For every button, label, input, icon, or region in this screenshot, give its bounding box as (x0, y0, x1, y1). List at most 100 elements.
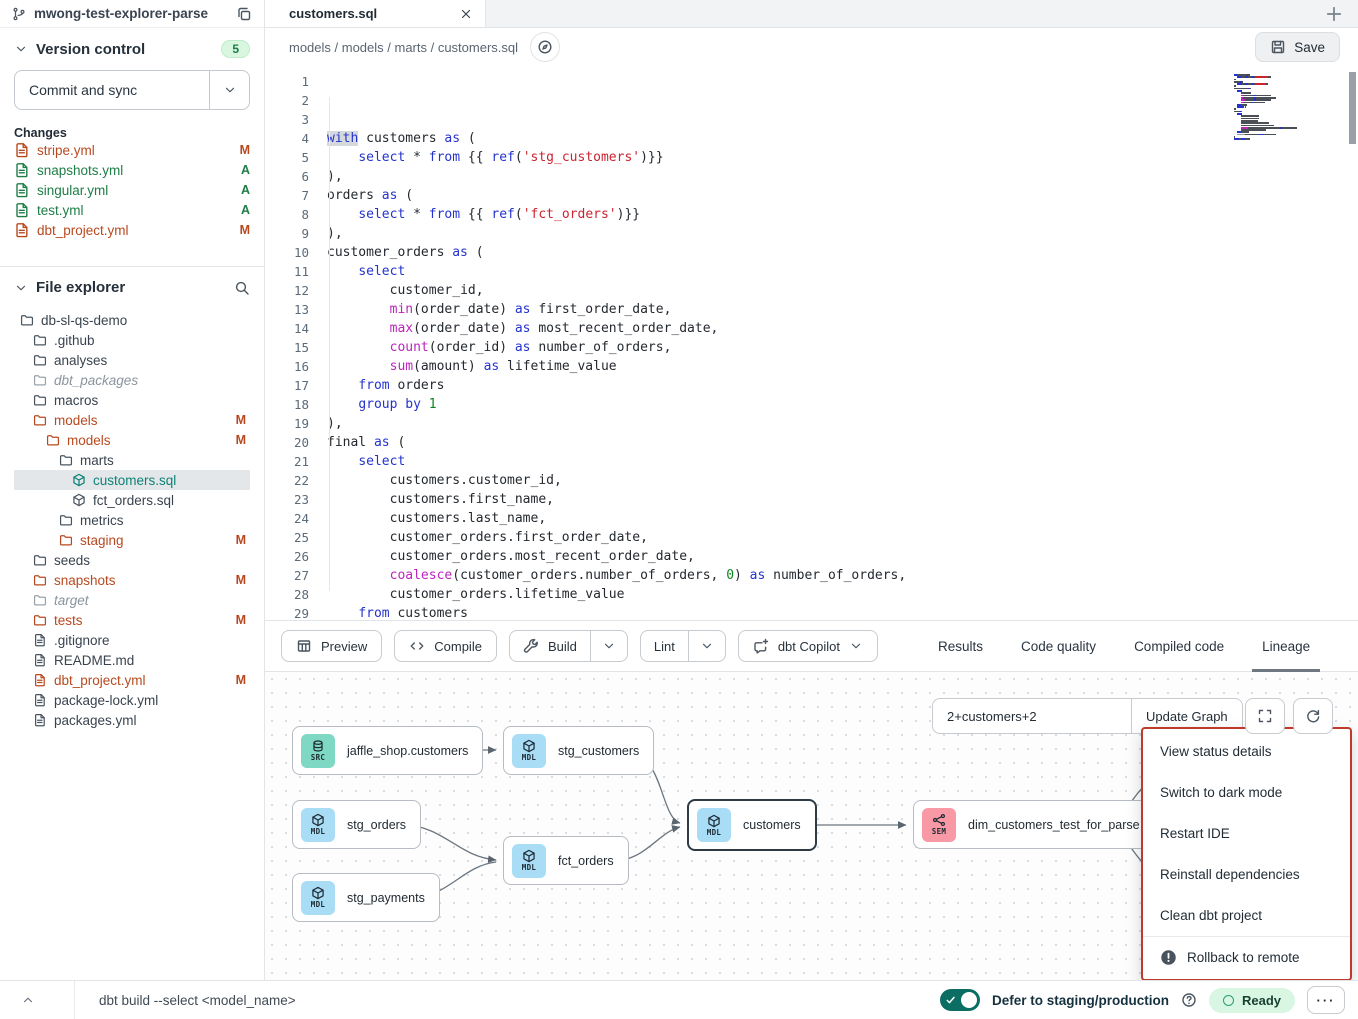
code-line[interactable]: ), (327, 167, 1358, 186)
tree-item--gitignore[interactable]: .gitignore (14, 630, 250, 650)
tab-customers-sql[interactable]: customers.sql (265, 0, 486, 27)
more-options-button[interactable]: ··· (1307, 986, 1345, 1014)
code-line[interactable]: select (327, 262, 1358, 281)
chevron-down-icon[interactable] (14, 42, 28, 56)
command-bar-expand[interactable] (0, 981, 75, 1019)
tree-item-seeds[interactable]: seeds (14, 550, 250, 570)
code-line[interactable]: ), (327, 224, 1358, 243)
change-row[interactable]: test.ymlA (14, 200, 250, 220)
lint-dropdown[interactable] (688, 631, 725, 661)
tab-code-quality[interactable]: Code quality (1019, 621, 1098, 671)
code-line[interactable]: sum(amount) as lifetime_value (327, 357, 1358, 376)
tree-item-analyses[interactable]: analyses (14, 350, 250, 370)
explore-lineage-button[interactable] (530, 32, 560, 62)
lineage-node-dim_customers_test_for_parse[interactable]: SEMdim_customers_test_for_parse (913, 800, 1155, 849)
copy-icon[interactable] (236, 6, 252, 22)
code-editor[interactable]: 1234567891011121314151617181920212223242… (265, 66, 1358, 620)
lineage-node-stg_payments[interactable]: MDLstg_payments (292, 873, 440, 922)
code-line[interactable]: with customers as ( (327, 129, 1358, 148)
help-icon[interactable] (1181, 992, 1197, 1008)
code-line[interactable]: min(order_date) as first_order_date, (327, 300, 1358, 319)
tree-item-dbt-packages[interactable]: dbt_packages (14, 370, 250, 390)
code-line[interactable]: select * from {{ ref('stg_customers')}} (327, 148, 1358, 167)
menu-item-restart-ide[interactable]: Restart IDE (1143, 813, 1350, 854)
tree-item-readme-md[interactable]: README.md (14, 650, 250, 670)
tree-item--github[interactable]: .github (14, 330, 250, 350)
code-line[interactable]: group by 1 (327, 395, 1358, 414)
code-line[interactable]: from customers (327, 604, 1358, 620)
fullscreen-button[interactable] (1245, 698, 1285, 734)
tree-item-models[interactable]: modelsM (14, 430, 250, 450)
code-line[interactable]: count(order_id) as number_of_orders, (327, 338, 1358, 357)
tree-item-dbt-project-yml[interactable]: dbt_project.ymlM (14, 670, 250, 690)
build-button[interactable]: Build (510, 631, 590, 661)
change-row[interactable]: snapshots.ymlA (14, 160, 250, 180)
tree-item-macros[interactable]: macros (14, 390, 250, 410)
code-line[interactable]: customer_orders as ( (327, 243, 1358, 262)
tree-item-package-lock-yml[interactable]: package-lock.yml (14, 690, 250, 710)
tree-item-tests[interactable]: testsM (14, 610, 250, 630)
code-line[interactable]: customer_orders.most_recent_order_date, (327, 547, 1358, 566)
menu-item-reinstall-dependencies[interactable]: Reinstall dependencies (1143, 854, 1350, 895)
tab-lineage[interactable]: Lineage (1260, 621, 1312, 671)
tree-item-db-sl-qs-demo[interactable]: db-sl-qs-demo (14, 310, 250, 330)
preview-button[interactable]: Preview (281, 630, 382, 662)
close-icon[interactable] (459, 7, 473, 21)
save-button[interactable]: Save (1255, 32, 1340, 62)
tree-item-staging[interactable]: stagingM (14, 530, 250, 550)
commit-and-sync-button[interactable]: Commit and sync (14, 70, 250, 110)
code-line[interactable]: customers.first_name, (327, 490, 1358, 509)
code-line[interactable]: customers.last_name, (327, 509, 1358, 528)
defer-toggle[interactable] (940, 989, 980, 1011)
lineage-node-stg_orders[interactable]: MDLstg_orders (292, 800, 421, 849)
code-line[interactable]: customer_id, (327, 281, 1358, 300)
change-row[interactable]: singular.ymlA (14, 180, 250, 200)
code-line[interactable]: final as ( (327, 433, 1358, 452)
compile-button[interactable]: Compile (394, 630, 497, 662)
change-row[interactable]: stripe.ymlM (14, 140, 250, 160)
lineage-panel[interactable]: SRCjaffle_shop.customers MDLstg_customers… (265, 672, 1358, 980)
tab-compiled-code[interactable]: Compiled code (1132, 621, 1226, 671)
tree-item-packages-yml[interactable]: packages.yml (14, 710, 250, 730)
change-row[interactable]: dbt_project.ymlM (14, 220, 250, 240)
menu-item-view-status-details[interactable]: View status details (1143, 731, 1350, 772)
menu-item-clean-dbt-project[interactable]: Clean dbt project (1143, 895, 1350, 936)
tree-item-snapshots[interactable]: snapshotsM (14, 570, 250, 590)
status-badge[interactable]: Ready (1209, 988, 1295, 1013)
code-line[interactable]: from orders (327, 376, 1358, 395)
refresh-graph-button[interactable] (1293, 698, 1333, 734)
code-lines[interactable]: with customers as ( select * from {{ ref… (309, 72, 1358, 620)
tree-item-customers-sql[interactable]: customers.sql (14, 470, 250, 490)
menu-item-switch-to-dark-mode[interactable]: Switch to dark mode (1143, 772, 1350, 813)
code-line[interactable]: customer_orders.first_order_date, (327, 528, 1358, 547)
build-dropdown[interactable] (590, 631, 627, 661)
new-tab-button[interactable] (1324, 4, 1344, 24)
cli-input[interactable]: dbt build --select <model_name> (75, 993, 296, 1008)
menu-item-rollback-to-remote[interactable]: Rollback to remote (1143, 936, 1350, 977)
commit-dropdown[interactable] (209, 71, 249, 109)
lineage-node-jaffle_shop.customers[interactable]: SRCjaffle_shop.customers (292, 726, 483, 775)
tree-item-fct-orders-sql[interactable]: fct_orders.sql (14, 490, 250, 510)
lineage-node-fct_orders[interactable]: MDLfct_orders (503, 836, 629, 885)
tree-item-models[interactable]: modelsM (14, 410, 250, 430)
tree-item-marts[interactable]: marts (14, 450, 250, 470)
code-line[interactable]: coalesce(customer_orders.number_of_order… (327, 566, 1358, 585)
lineage-node-stg_customers[interactable]: MDLstg_customers (503, 726, 654, 775)
lineage-selector-input[interactable]: 2+customers+2 (933, 699, 1131, 733)
tab-results[interactable]: Results (936, 621, 985, 671)
code-line[interactable]: ), (327, 414, 1358, 433)
tree-item-target[interactable]: target (14, 590, 250, 610)
tree-item-metrics[interactable]: metrics (14, 510, 250, 530)
search-icon[interactable] (234, 280, 250, 296)
lint-button[interactable]: Lint (641, 631, 688, 661)
dbt-copilot-button[interactable]: dbt Copilot (738, 630, 878, 662)
code-line[interactable]: max(order_date) as most_recent_order_dat… (327, 319, 1358, 338)
editor-scrollbar[interactable] (1349, 72, 1356, 144)
lineage-node-customers[interactable]: MDLcustomers (687, 799, 817, 851)
code-line[interactable]: select (327, 452, 1358, 471)
code-line[interactable]: customer_orders.lifetime_value (327, 585, 1358, 604)
chevron-down-icon[interactable] (14, 281, 28, 295)
code-line[interactable]: select * from {{ ref('fct_orders')}} (327, 205, 1358, 224)
minimap[interactable] (1234, 74, 1300, 141)
code-line[interactable]: customers.customer_id, (327, 471, 1358, 490)
